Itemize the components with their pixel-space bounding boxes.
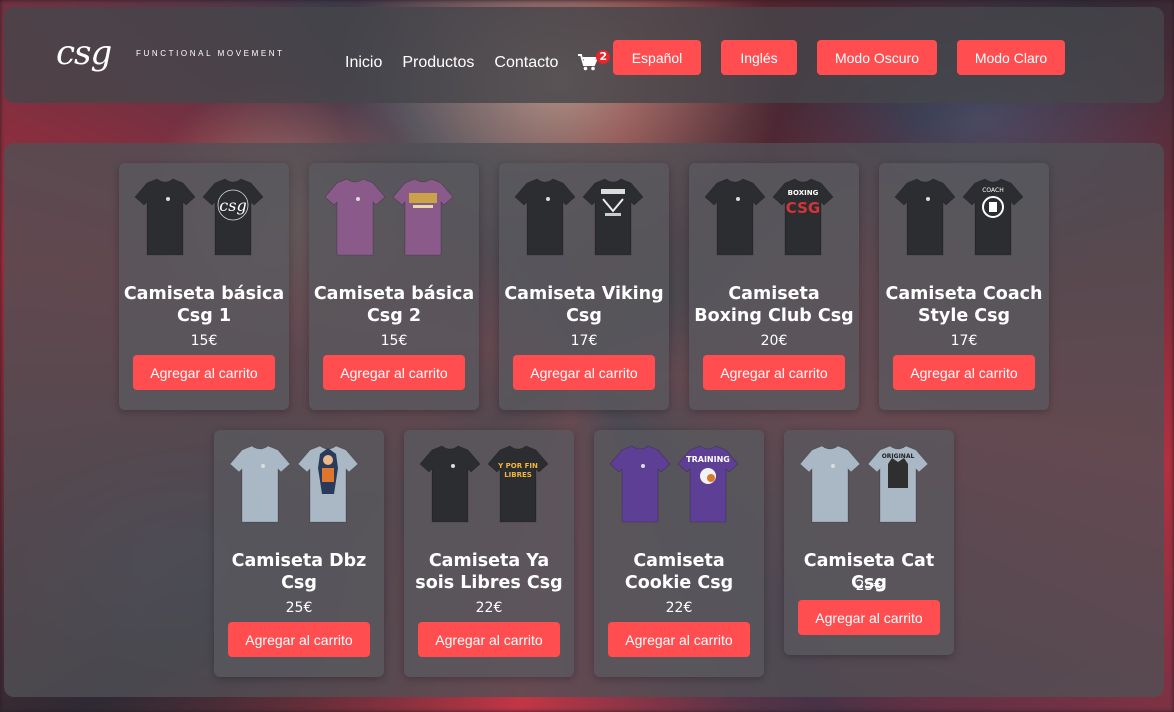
- add-to-cart-button[interactable]: Agregar al carrito: [893, 355, 1035, 390]
- dark-mode-button[interactable]: Modo Oscuro: [817, 40, 937, 75]
- product-name: Camiseta Cookie Csg: [624, 551, 734, 593]
- product-price: 20€: [760, 333, 788, 349]
- cart-count-badge: 2: [596, 50, 611, 64]
- add-to-cart-button[interactable]: Agregar al carrito: [133, 355, 275, 390]
- product-image: [514, 178, 644, 256]
- product-card: Camiseta Dbz Csg 25€ Agregar al carrito: [214, 430, 384, 677]
- product-card: BOXING CSG Camiseta Boxing Club Csg 20€ Agr…: [689, 163, 859, 410]
- product-name: Camiseta básica Csg 2: [313, 284, 475, 326]
- product-price: 25€: [285, 600, 313, 616]
- product-price: 17€: [950, 333, 978, 349]
- light-mode-button[interactable]: Modo Claro: [957, 40, 1065, 75]
- product-image: [324, 178, 454, 256]
- svg-text:COACH: COACH: [982, 187, 1004, 194]
- product-price: 22€: [665, 600, 693, 616]
- nav-productos[interactable]: Productos: [402, 54, 474, 72]
- header: csg FUNCTIONAL MOVEMENT Inicio Productos…: [4, 7, 1164, 103]
- product-price: 15€: [190, 333, 218, 349]
- product-card: Y POR FIN LIBRES Camiseta Ya sois Libres …: [404, 430, 574, 677]
- product-price: 25€: [855, 578, 883, 594]
- product-card: TRAINING Camiseta Cookie Csg 22€ Agregar a…: [594, 430, 764, 677]
- svg-text:TRAINING: TRAINING: [686, 455, 730, 464]
- svg-text:csg: csg: [219, 196, 246, 215]
- product-price: 22€: [475, 600, 503, 616]
- product-name: Camiseta Boxing Club Csg: [694, 284, 854, 326]
- add-to-cart-button[interactable]: Agregar al carrito: [513, 355, 655, 390]
- product-card: csg Camiseta básica Csg 1 15€ Agregar al c…: [119, 163, 289, 410]
- product-name: Camiseta Viking Csg: [504, 284, 664, 326]
- product-name: Camiseta Dbz Csg: [231, 551, 367, 593]
- product-image: TRAINING: [609, 445, 739, 523]
- nav-inicio[interactable]: Inicio: [345, 54, 382, 72]
- product-image: COACH: [894, 178, 1024, 256]
- svg-text:BOXING: BOXING: [788, 189, 819, 197]
- product-card: Camiseta básica Csg 2 15€ Agregar al carri…: [309, 163, 479, 410]
- logo-tagline: FUNCTIONAL MOVEMENT: [136, 49, 285, 58]
- add-to-cart-button[interactable]: Agregar al carrito: [608, 622, 750, 657]
- add-to-cart-button[interactable]: Agregar al carrito: [798, 600, 940, 635]
- lang-espanol-button[interactable]: Español: [613, 40, 701, 75]
- product-image: ORIGINAL: [799, 445, 929, 523]
- product-card: ORIGINAL Camiseta Cat Csg 25€ Agregar al c…: [784, 430, 954, 655]
- lang-ingles-button[interactable]: Inglés: [721, 40, 797, 75]
- product-price: 15€: [380, 333, 408, 349]
- add-to-cart-button[interactable]: Agregar al carrito: [228, 622, 370, 657]
- product-name: Camiseta Ya sois Libres Csg: [415, 551, 563, 593]
- product-price: 17€: [570, 333, 598, 349]
- add-to-cart-button[interactable]: Agregar al carrito: [418, 622, 560, 657]
- product-card: COACH Camiseta Coach Style Csg 17€ Agregar…: [879, 163, 1049, 410]
- svg-text:ORIGINAL: ORIGINAL: [882, 453, 915, 460]
- product-image: Y POR FINLIBRES: [419, 445, 549, 523]
- add-to-cart-button[interactable]: Agregar al carrito: [323, 355, 465, 390]
- cart-icon: [578, 54, 599, 71]
- main-nav: Inicio Productos Contacto 2: [345, 50, 611, 73]
- svg-text:CSG: CSG: [786, 199, 820, 217]
- product-card: Camiseta Viking Csg 17€ Agregar al carrito: [499, 163, 669, 410]
- product-name: Camiseta Coach Style Csg: [885, 284, 1043, 326]
- cart-button[interactable]: 2: [578, 50, 611, 73]
- product-image: BOXING CSG: [704, 178, 834, 256]
- svg-text:LIBRES: LIBRES: [504, 471, 532, 479]
- product-name: Camiseta básica Csg 1: [123, 284, 285, 326]
- product-image: [229, 445, 359, 523]
- logo-script: csg: [56, 33, 112, 73]
- svg-text:Y POR FIN: Y POR FIN: [497, 462, 538, 470]
- add-to-cart-button[interactable]: Agregar al carrito: [703, 355, 845, 390]
- product-image: csg: [134, 178, 264, 256]
- nav-contacto[interactable]: Contacto: [494, 54, 558, 72]
